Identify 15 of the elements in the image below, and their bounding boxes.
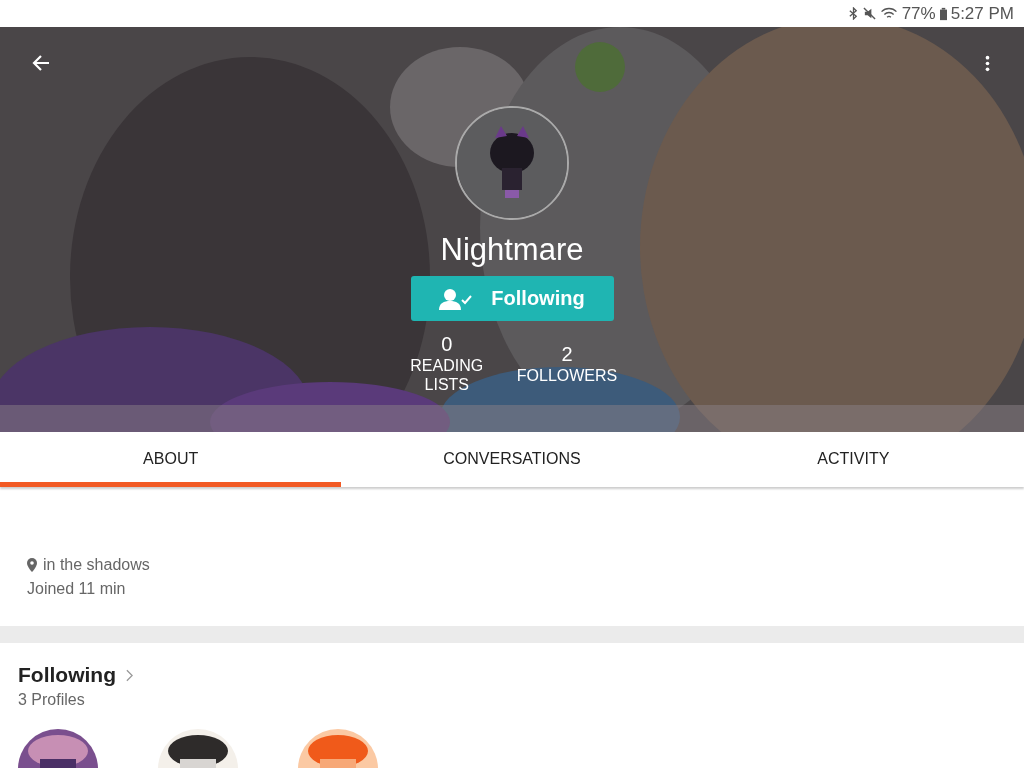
chevron-right-icon[interactable]: [126, 668, 133, 682]
tab[interactable]: ABOUT: [0, 432, 342, 487]
mute-icon: [862, 7, 876, 20]
section-title[interactable]: Following: [18, 663, 116, 687]
tab[interactable]: ACTIVITY: [682, 432, 1024, 487]
bluetooth-icon: [847, 7, 859, 20]
location-pin-icon: [27, 558, 37, 572]
location-text: in the shadows: [43, 556, 150, 574]
tab[interactable]: CONVERSATIONS: [341, 432, 683, 487]
joined-text: Joined 11 min: [27, 580, 127, 598]
profile-count: 3 Profiles: [18, 691, 86, 709]
wifi-icon: [879, 7, 898, 20]
clock: 5:27 PM: [950, 3, 1014, 24]
battery-percent: 77%: [901, 3, 936, 24]
battery-icon: [939, 6, 947, 21]
